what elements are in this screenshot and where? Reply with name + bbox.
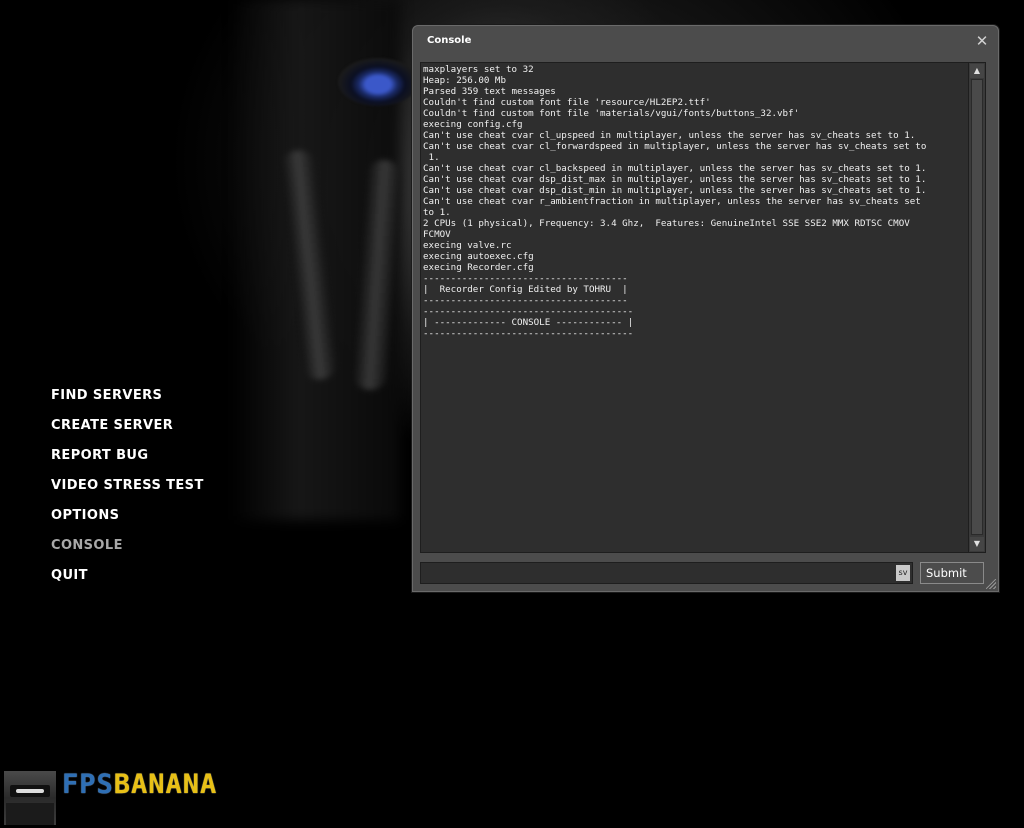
logo-wordmark: FPSBANANA	[62, 771, 217, 799]
scrollbar-thumb[interactable]	[971, 79, 983, 535]
console-output-line: Couldn't find custom font file 'resource…	[423, 97, 711, 108]
console-output-line: -------------------------------------	[423, 295, 628, 306]
logo-wordmark-fps: FPS	[62, 769, 114, 800]
console-output: maxplayers set to 32 Heap: 256.00 Mb Parse…	[420, 62, 986, 553]
resize-grip-icon[interactable]	[986, 579, 996, 589]
console-command-input[interactable]	[421, 563, 891, 583]
scroll-down-icon[interactable]: ▼	[970, 537, 984, 551]
console-output-line: maxplayers set to 32	[423, 64, 534, 75]
console-output-line: Heap: 256.00 Mb	[423, 75, 506, 86]
console-output-line: Can't use cheat cvar r_ambientfraction i…	[423, 196, 921, 207]
console-output-line: -------------------------------------	[423, 273, 628, 284]
console-titlebar[interactable]: Console ✕	[413, 26, 998, 58]
console-scrollbar[interactable]: ▲ ▼	[968, 63, 985, 552]
console-output-line: execing autoexec.cfg	[423, 251, 534, 262]
console-output-line: execing config.cfg	[423, 119, 523, 130]
console-output-line: Can't use cheat cvar dsp_dist_min in mul…	[423, 185, 927, 196]
console-title: Console	[427, 35, 472, 46]
menu-item-options[interactable]: OPTIONS	[51, 504, 204, 534]
console-output-text: maxplayers set to 32 Heap: 256.00 Mb Parse…	[423, 64, 971, 339]
autocomplete-chip[interactable]: sv	[896, 565, 910, 581]
console-window: Console ✕ maxplayers set to 32 Heap: 256.…	[412, 25, 999, 592]
background-art-eye	[338, 58, 418, 106]
scroll-up-icon[interactable]: ▲	[970, 64, 984, 78]
menu-item-console[interactable]: CONSOLE	[51, 534, 204, 564]
console-output-line: execing Recorder.cfg	[423, 262, 534, 273]
console-output-line: | ------------- CONSOLE ------------ |	[423, 317, 634, 328]
console-output-line: to 1.	[423, 207, 451, 218]
fpsbanana-logo: FPSBANANA	[4, 771, 217, 825]
close-icon[interactable]: ✕	[974, 32, 990, 50]
console-output-line: Can't use cheat cvar cl_backspeed in mul…	[423, 163, 927, 174]
console-output-line: --------------------------------------	[423, 306, 634, 317]
console-output-line: FCMOV	[423, 229, 451, 240]
console-output-line: Couldn't find custom font file 'material…	[423, 108, 800, 119]
console-output-line: 1.	[423, 152, 440, 163]
console-input-row: sv	[420, 562, 913, 584]
console-output-line: --------------------------------------	[423, 328, 634, 339]
console-output-line: Can't use cheat cvar cl_upspeed in multi…	[423, 130, 916, 141]
ninja-eyes	[16, 789, 44, 793]
game-main-menu-screen: FIND SERVERS CREATE SERVER REPORT BUG VI…	[0, 0, 1024, 828]
ninja-body	[6, 803, 54, 825]
main-menu: FIND SERVERS CREATE SERVER REPORT BUG VI…	[51, 384, 204, 594]
console-output-line: Can't use cheat cvar dsp_dist_max in mul…	[423, 174, 927, 185]
console-output-line: | Recorder Config Edited by TOHRU |	[423, 284, 628, 295]
menu-item-report-bug[interactable]: REPORT BUG	[51, 444, 204, 474]
menu-item-video-stress-test[interactable]: VIDEO STRESS TEST	[51, 474, 204, 504]
logo-wordmark-banana: BANANA	[113, 769, 218, 800]
ninja-mascot-icon	[4, 771, 56, 825]
submit-button[interactable]: Submit	[920, 562, 984, 584]
console-output-line: 2 CPUs (1 physical), Frequency: 3.4 Ghz,…	[423, 218, 910, 229]
menu-item-find-servers[interactable]: FIND SERVERS	[51, 384, 204, 414]
menu-item-create-server[interactable]: CREATE SERVER	[51, 414, 204, 444]
console-output-line: execing valve.rc	[423, 240, 512, 251]
menu-item-quit[interactable]: QUIT	[51, 564, 204, 594]
console-output-line: Parsed 359 text messages	[423, 86, 556, 97]
console-output-line: Can't use cheat cvar cl_forwardspeed in …	[423, 141, 927, 152]
